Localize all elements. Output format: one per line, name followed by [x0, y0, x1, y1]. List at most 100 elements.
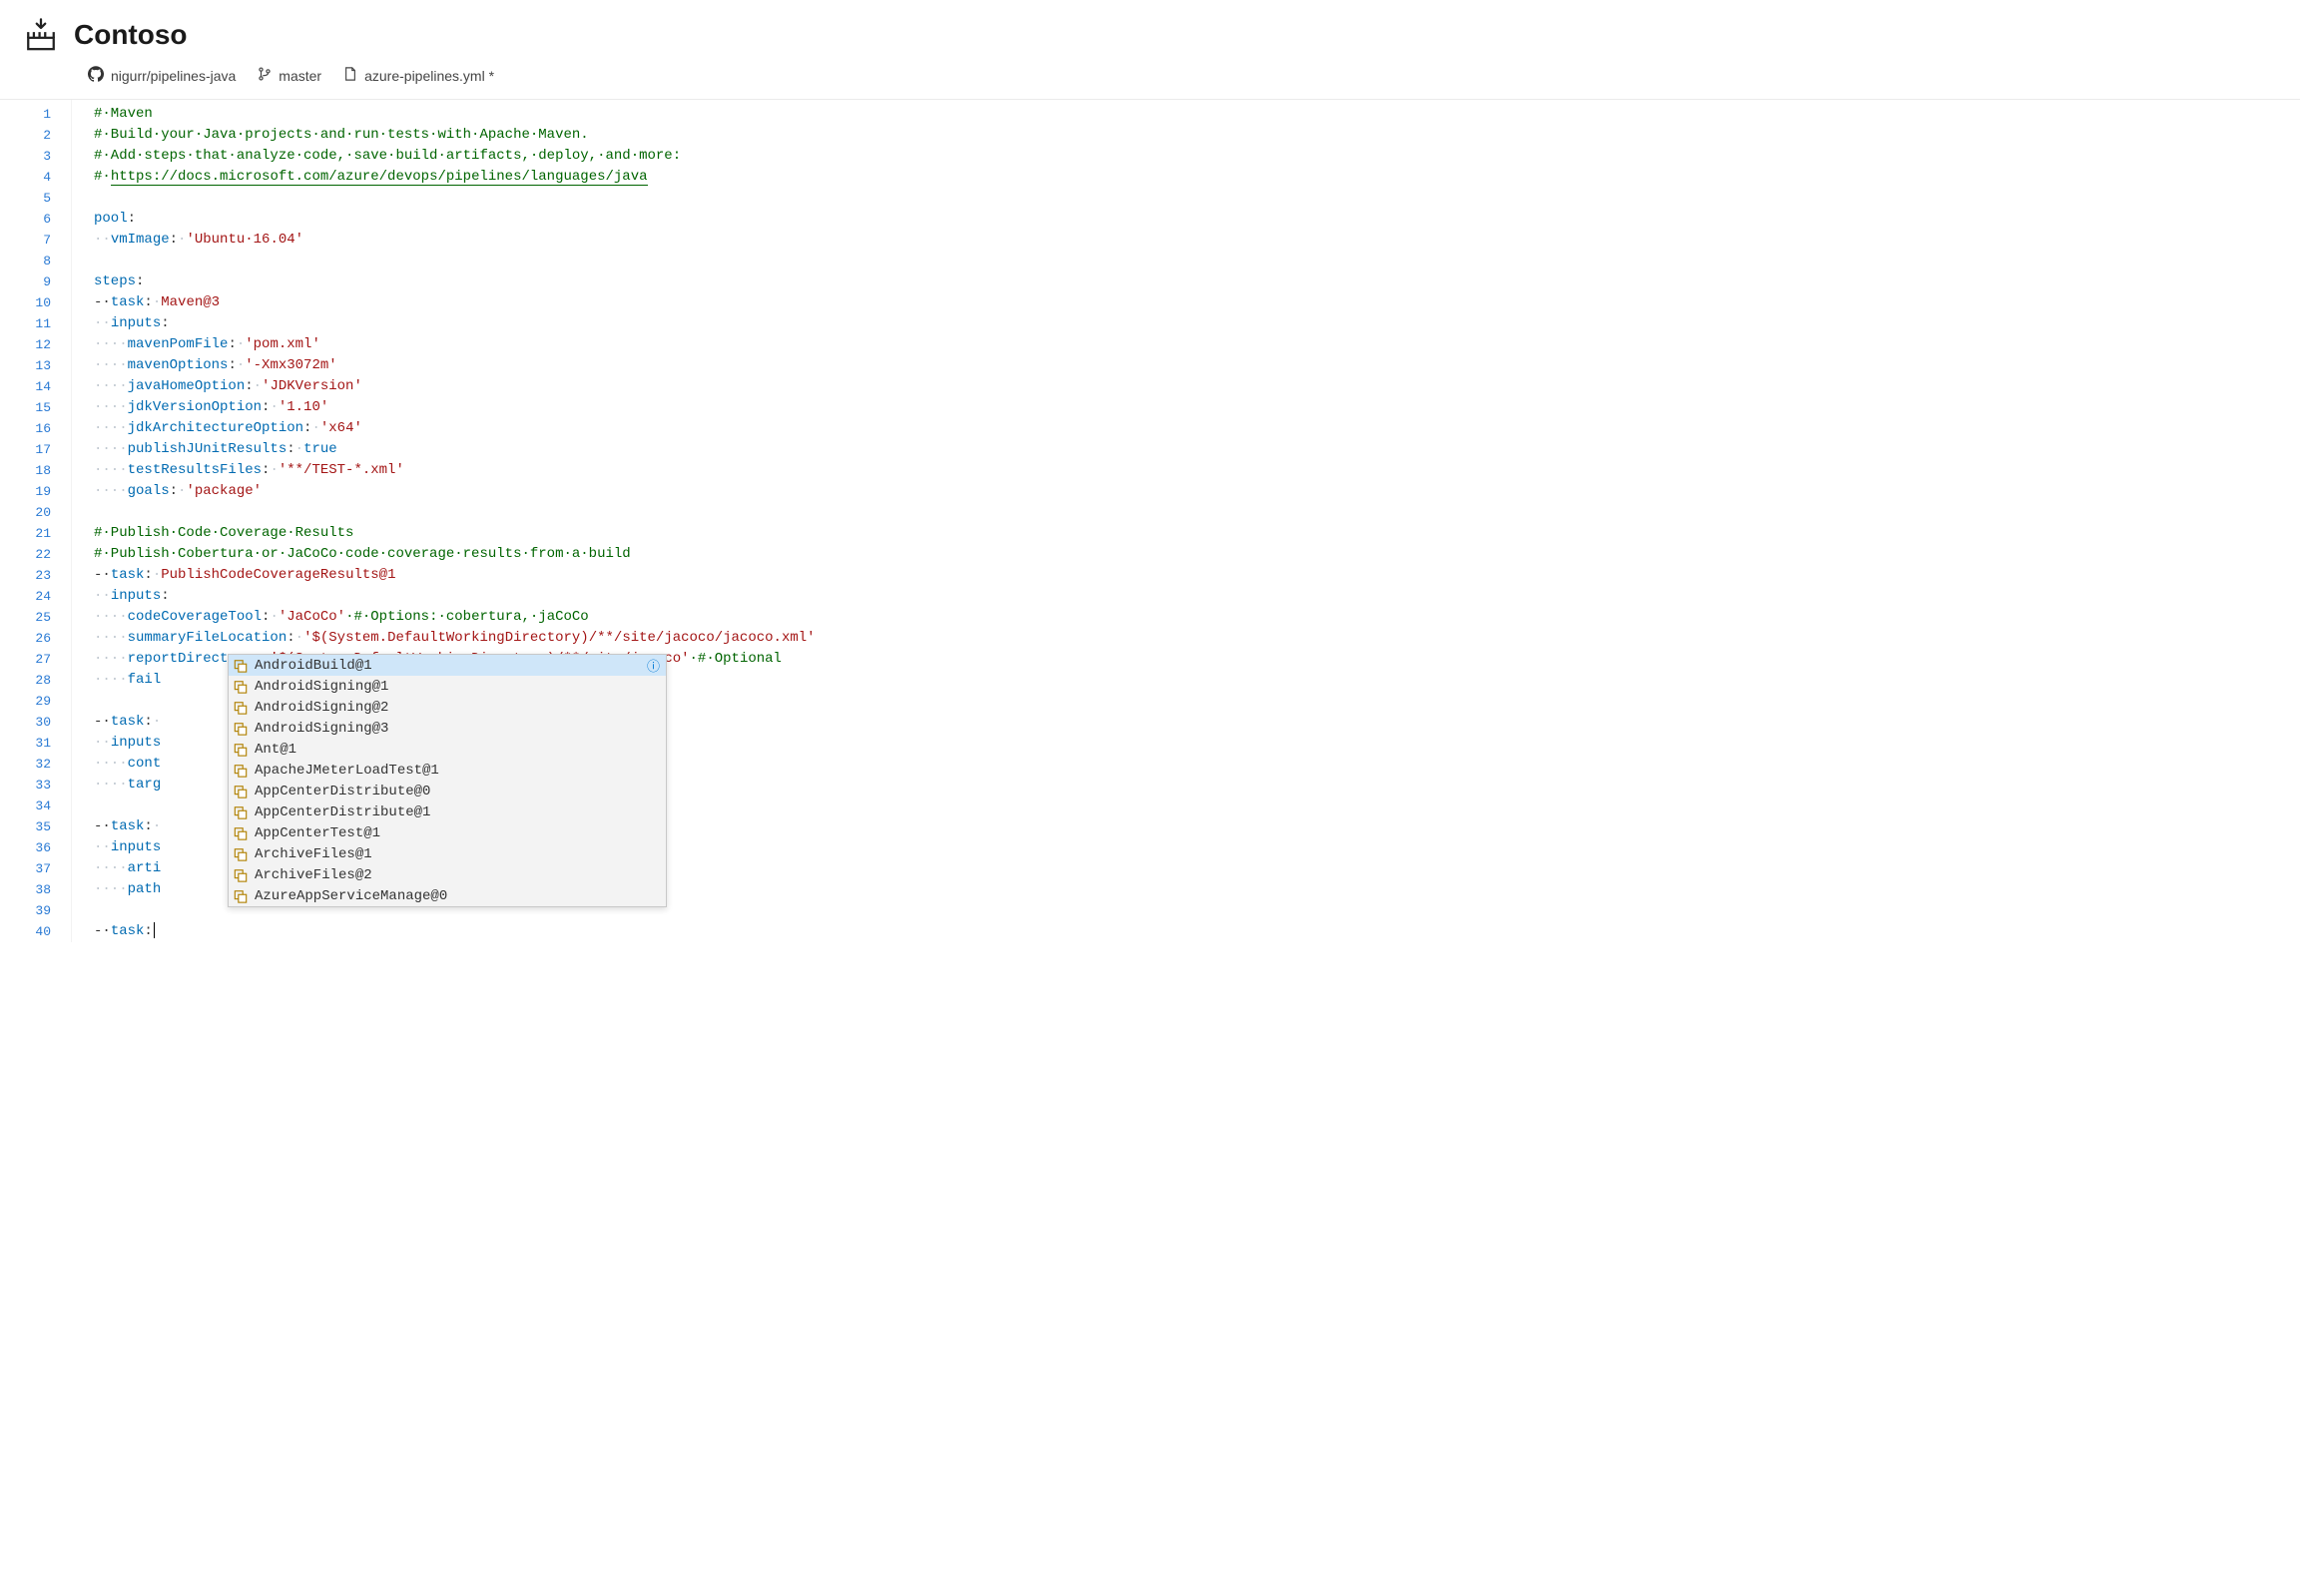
- line-number: 16: [0, 418, 71, 439]
- snippet-icon: [233, 804, 249, 820]
- line-number: 29: [0, 691, 71, 712]
- snippet-icon: [233, 846, 249, 862]
- autocomplete-popup[interactable]: AndroidBuild@1 ⓘ AndroidSigning@1 AndroidSi…: [228, 654, 667, 907]
- code-comment: ·#·Optional: [690, 651, 782, 667]
- autocomplete-label: ApacheJMeterLoadTest@1: [255, 763, 439, 779]
- autocomplete-item[interactable]: ArchiveFiles@2: [229, 864, 666, 885]
- code-editor[interactable]: 1234567891011121314151617181920212223242…: [0, 99, 2300, 942]
- line-number: 14: [0, 376, 71, 397]
- yaml-key: task: [111, 567, 145, 583]
- page-title: Contoso: [74, 19, 188, 51]
- build-logo-icon: [24, 18, 58, 52]
- line-number: 38: [0, 879, 71, 900]
- yaml-key: inputs: [111, 839, 161, 855]
- line-number: 2: [0, 125, 71, 146]
- line-number: 39: [0, 900, 71, 921]
- yaml-key: testResultsFiles: [128, 462, 262, 478]
- line-number: 36: [0, 837, 71, 858]
- autocomplete-item[interactable]: ArchiveFiles@1: [229, 843, 666, 864]
- header: Contoso: [0, 0, 2300, 62]
- yaml-key: publishJUnitResults: [128, 441, 288, 457]
- line-number: 22: [0, 544, 71, 565]
- autocomplete-label: AndroidSigning@2: [255, 700, 388, 716]
- autocomplete-item[interactable]: ApacheJMeterLoadTest@1: [229, 760, 666, 781]
- breadcrumb: nigurr/pipelines-java master azure-pipel…: [0, 62, 2300, 99]
- yaml-value: PublishCodeCoverageResults@1: [161, 567, 395, 583]
- yaml-partial: path: [128, 881, 162, 897]
- gutter: 1234567891011121314151617181920212223242…: [0, 100, 72, 942]
- autocomplete-item[interactable]: AndroidBuild@1 ⓘ: [229, 655, 666, 676]
- snippet-icon: [233, 658, 249, 674]
- yaml-key: summaryFileLocation: [128, 630, 288, 646]
- breadcrumb-branch[interactable]: master: [258, 67, 321, 84]
- line-number: 11: [0, 313, 71, 334]
- code-area[interactable]: #·Maven #·Build·your·Java·projects·and·r…: [72, 100, 2300, 942]
- autocomplete-label: AndroidSigning@1: [255, 679, 388, 695]
- autocomplete-label: AndroidSigning@3: [255, 721, 388, 737]
- autocomplete-item[interactable]: Ant@1: [229, 739, 666, 760]
- line-number: 18: [0, 460, 71, 481]
- snippet-icon: [233, 679, 249, 695]
- breadcrumb-branch-label: master: [279, 68, 321, 84]
- yaml-value: '**/TEST-*.xml': [279, 462, 404, 478]
- yaml-value: 'JaCoCo': [279, 609, 345, 625]
- snippet-icon: [233, 700, 249, 716]
- snippet-icon: [233, 742, 249, 758]
- github-icon: [88, 66, 104, 85]
- yaml-value: 'package': [186, 483, 262, 499]
- line-number: 5: [0, 188, 71, 209]
- yaml-key: mavenPomFile: [128, 336, 229, 352]
- code-comment: #·Publish·Code·Coverage·Results: [94, 525, 353, 541]
- autocomplete-label: AndroidBuild@1: [255, 658, 372, 674]
- code-url[interactable]: https://docs.microsoft.com/azure/devops/…: [111, 169, 648, 186]
- yaml-value: Maven@3: [161, 294, 220, 310]
- line-number: 37: [0, 858, 71, 879]
- line-number: 31: [0, 733, 71, 754]
- line-number: 3: [0, 146, 71, 167]
- yaml-key: jdkArchitectureOption: [128, 420, 303, 436]
- autocomplete-item[interactable]: AndroidSigning@2: [229, 697, 666, 718]
- file-icon: [343, 67, 357, 84]
- autocomplete-label: AppCenterTest@1: [255, 825, 380, 841]
- code-comment: #·Maven: [94, 106, 153, 122]
- code-comment: #·Add·steps·that·analyze·code,·save·buil…: [94, 148, 681, 164]
- line-number: 4: [0, 167, 71, 188]
- autocomplete-label: AzureAppServiceManage@0: [255, 888, 447, 904]
- breadcrumb-repo[interactable]: nigurr/pipelines-java: [88, 66, 236, 85]
- autocomplete-item[interactable]: AppCenterDistribute@0: [229, 781, 666, 801]
- autocomplete-item[interactable]: AndroidSigning@3: [229, 718, 666, 739]
- line-number: 33: [0, 775, 71, 796]
- autocomplete-item[interactable]: AzureAppServiceManage@0: [229, 885, 666, 906]
- autocomplete-label: AppCenterDistribute@1: [255, 804, 430, 820]
- snippet-icon: [233, 784, 249, 799]
- info-icon[interactable]: ⓘ: [647, 656, 660, 675]
- line-number: 27: [0, 649, 71, 670]
- line-number: 19: [0, 481, 71, 502]
- snippet-icon: [233, 763, 249, 779]
- line-number: 6: [0, 209, 71, 230]
- line-number: 9: [0, 271, 71, 292]
- yaml-key: jdkVersionOption: [128, 399, 262, 415]
- line-number: 12: [0, 334, 71, 355]
- line-number: 40: [0, 921, 71, 942]
- line-number: 21: [0, 523, 71, 544]
- code-comment: #·Build·your·Java·projects·and·run·tests…: [94, 127, 589, 143]
- line-number: 26: [0, 628, 71, 649]
- git-branch-icon: [258, 67, 272, 84]
- snippet-icon: [233, 825, 249, 841]
- line-number: 7: [0, 230, 71, 251]
- yaml-partial: fail: [128, 672, 162, 688]
- autocomplete-item[interactable]: AppCenterDistribute@1: [229, 801, 666, 822]
- autocomplete-item[interactable]: AndroidSigning@1: [229, 676, 666, 697]
- code-comment: ·#·Options:·cobertura,·jaCoCo: [345, 609, 589, 625]
- line-number: 24: [0, 586, 71, 607]
- code-comment: #·: [94, 169, 111, 185]
- autocomplete-label: AppCenterDistribute@0: [255, 784, 430, 799]
- yaml-value: 'pom.xml': [245, 336, 320, 352]
- yaml-key: steps: [94, 273, 136, 289]
- line-number: 1: [0, 104, 71, 125]
- autocomplete-item[interactable]: AppCenterTest@1: [229, 822, 666, 843]
- yaml-partial: targ: [128, 777, 162, 793]
- breadcrumb-file[interactable]: azure-pipelines.yml *: [343, 67, 494, 84]
- line-number: 8: [0, 251, 71, 271]
